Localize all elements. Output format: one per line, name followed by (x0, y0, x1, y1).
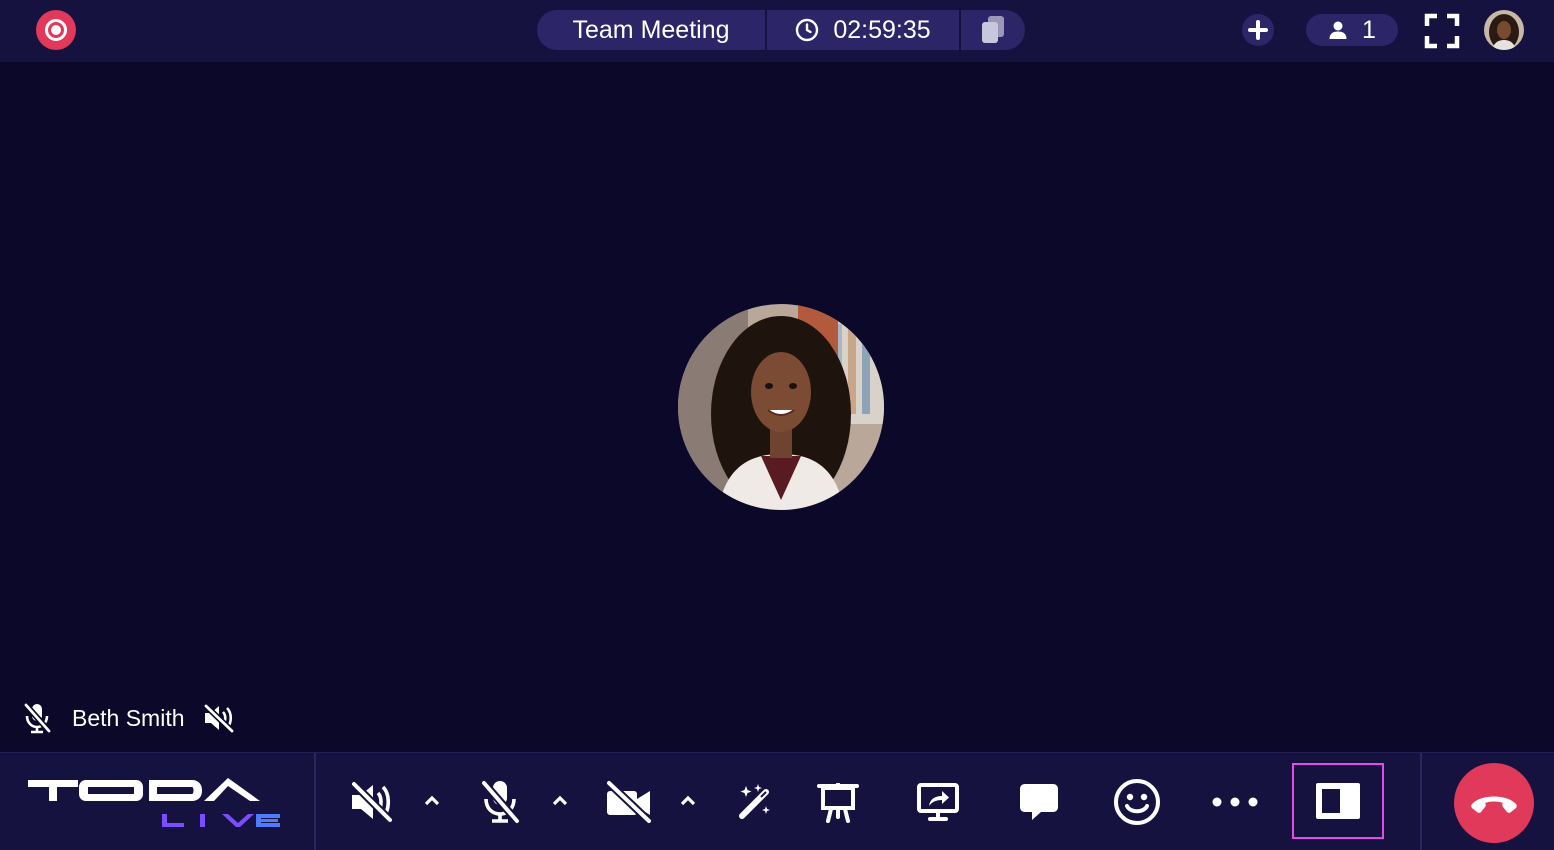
screen-share-icon (917, 783, 959, 821)
participants-button[interactable]: 1 (1306, 14, 1398, 46)
avatar-image (1484, 10, 1524, 50)
toolbar-divider (1420, 753, 1422, 850)
speaker-muted-icon (203, 703, 234, 733)
hang-up-icon (1471, 796, 1517, 813)
whiteboard-icon (817, 783, 859, 823)
meeting-timer: 02:59:35 (767, 16, 959, 45)
microphone-muted-icon (23, 703, 52, 734)
clock-icon (796, 18, 819, 42)
whiteboard-button[interactable] (816, 771, 860, 833)
chat-icon (1020, 784, 1058, 820)
participant-photo (678, 304, 884, 510)
more-icon (1212, 797, 1258, 807)
bottom-toolbar (0, 752, 1554, 850)
record-button[interactable] (36, 10, 76, 50)
camera-off-icon (606, 780, 652, 824)
top-bar: Team Meeting 02:59:35 1 (0, 0, 1554, 62)
meeting-title: Team Meeting (572, 16, 730, 44)
camera-toggle-button[interactable] (604, 771, 654, 833)
copy-icon (982, 16, 1004, 43)
microphone-toggle-button[interactable] (476, 771, 524, 833)
layout-icon (1316, 783, 1360, 819)
toda-live-logo (28, 778, 280, 827)
record-icon (45, 19, 67, 41)
meeting-info-pill: Team Meeting 02:59:35 (537, 10, 1025, 50)
fullscreen-button[interactable] (1424, 13, 1460, 49)
reactions-button[interactable] (1110, 771, 1164, 833)
camera-options-caret[interactable] (677, 789, 699, 811)
participant-video-avatar (678, 304, 884, 510)
more-options-button[interactable] (1208, 771, 1262, 833)
chat-button[interactable] (1016, 771, 1062, 833)
microphone-options-caret[interactable] (549, 789, 571, 811)
magic-wand-icon (739, 784, 770, 819)
plus-icon (1248, 20, 1268, 40)
participant-name: Beth Smith (72, 704, 185, 731)
speaker-options-caret[interactable] (421, 789, 443, 811)
screen-share-button[interactable] (914, 771, 962, 833)
microphone-muted-icon (480, 780, 521, 824)
chevron-up-icon (680, 795, 696, 806)
add-participant-button[interactable] (1242, 14, 1274, 46)
video-call-app: Team Meeting 02:59:35 1 Beth Smith (0, 0, 1554, 850)
effects-button[interactable] (734, 771, 778, 833)
participant-label: Beth Smith (22, 700, 235, 736)
user-avatar[interactable] (1484, 10, 1524, 50)
chevron-up-icon (424, 795, 440, 806)
emoji-icon (1114, 779, 1160, 825)
participant-count: 1 (1362, 15, 1376, 44)
speaker-muted-icon (351, 781, 393, 823)
toolbar-divider (314, 753, 316, 850)
copy-link-button[interactable] (961, 10, 1025, 50)
end-call-button[interactable] (1454, 763, 1534, 843)
timer-text: 02:59:35 (833, 15, 931, 44)
person-icon (1329, 21, 1347, 39)
chevron-up-icon (552, 795, 568, 806)
fullscreen-icon (1424, 13, 1460, 49)
layout-toggle-button[interactable] (1292, 763, 1384, 839)
speaker-toggle-button[interactable] (346, 771, 398, 833)
